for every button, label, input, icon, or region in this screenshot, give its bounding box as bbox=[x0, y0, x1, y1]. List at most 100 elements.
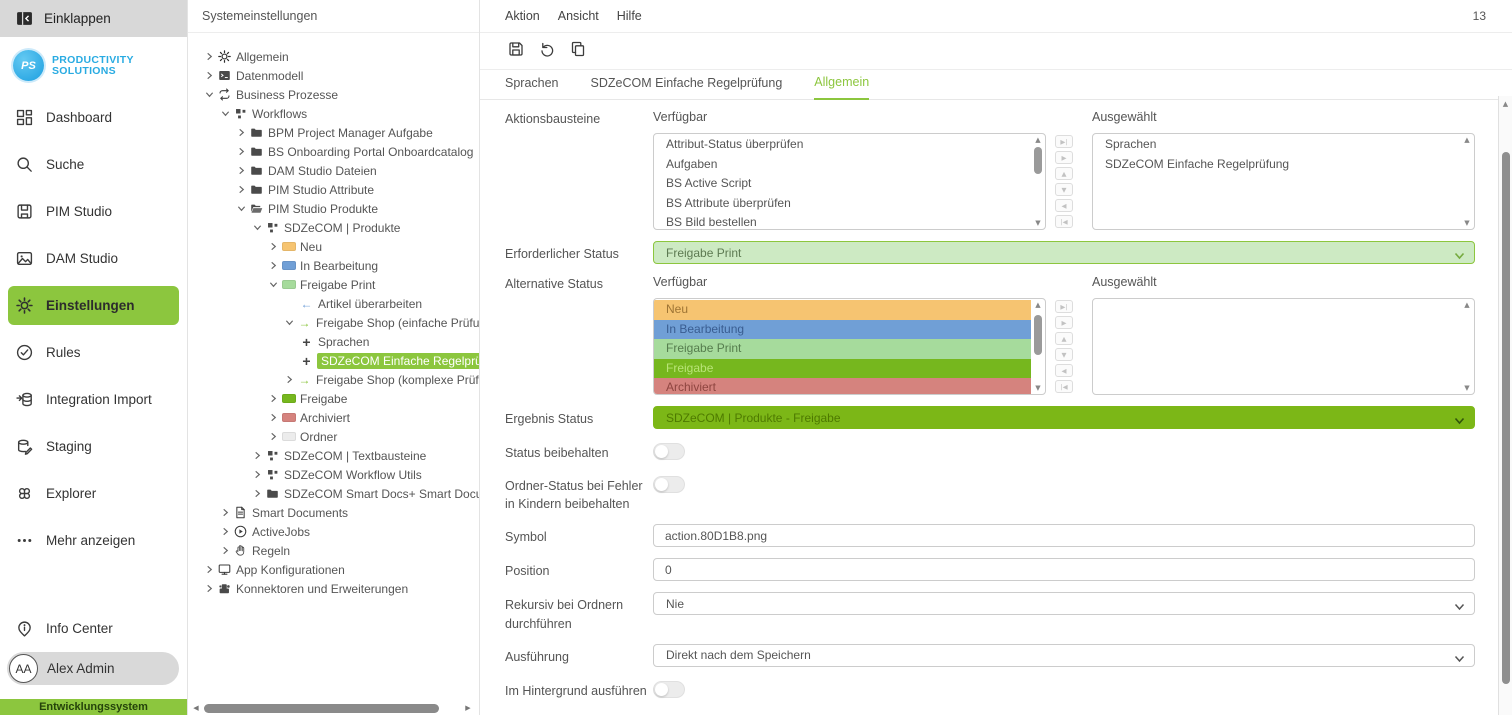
scroll-up-arrow[interactable]: ▲ bbox=[1031, 301, 1045, 309]
chevron-right-icon[interactable] bbox=[250, 489, 264, 498]
menu-hilfe[interactable]: Hilfe bbox=[617, 9, 642, 23]
move-right-button[interactable]: ▶ bbox=[1055, 151, 1073, 164]
chevron-right-icon[interactable] bbox=[202, 71, 216, 80]
list-item[interactable]: BS Attribute überprüfen bbox=[654, 194, 1031, 214]
sidebar-item-pim-studio[interactable]: PIM Studio bbox=[0, 188, 187, 235]
rekursiv-select[interactable]: Nie bbox=[653, 592, 1475, 615]
tree-item[interactable]: Konnektoren und Erweiterungen bbox=[188, 579, 479, 598]
tree-item[interactable]: In Bearbeitung bbox=[188, 256, 479, 275]
status-list-item[interactable]: In Bearbeitung bbox=[654, 320, 1031, 340]
scroll-down-arrow[interactable]: ▼ bbox=[1031, 219, 1045, 227]
position-input[interactable] bbox=[653, 558, 1475, 581]
chevron-right-icon[interactable] bbox=[250, 451, 264, 460]
scroll-up-arrow[interactable]: ▲ bbox=[1031, 136, 1045, 144]
sidebar-item-mehr-anzeigen[interactable]: Mehr anzeigen bbox=[0, 517, 187, 564]
sidebar-item-staging[interactable]: Staging bbox=[0, 423, 187, 470]
sidebar-item-dam-studio[interactable]: DAM Studio bbox=[0, 235, 187, 282]
chevron-right-icon[interactable] bbox=[234, 185, 248, 194]
scrollbar-thumb[interactable] bbox=[1034, 315, 1042, 355]
tree-item[interactable]: Workflows bbox=[188, 104, 479, 123]
move-down-button[interactable]: ▼ bbox=[1055, 183, 1073, 196]
list-item[interactable]: Sprachen bbox=[1093, 135, 1460, 155]
collapse-sidebar-button[interactable]: Einklappen bbox=[0, 0, 187, 37]
scroll-down-arrow[interactable]: ▼ bbox=[1031, 384, 1045, 392]
chevron-right-icon[interactable] bbox=[218, 546, 232, 555]
move-left-button[interactable]: ◀ bbox=[1055, 199, 1073, 212]
listbox-scrollbar[interactable]: ▲ ▼ bbox=[1031, 134, 1045, 229]
move-left-button[interactable]: ◀ bbox=[1055, 364, 1073, 377]
copy-button[interactable] bbox=[569, 42, 587, 60]
tree-item[interactable]: SDZeCOM | Produkte bbox=[188, 218, 479, 237]
sidebar-item-dashboard[interactable]: Dashboard bbox=[0, 94, 187, 141]
tree-item[interactable]: →Freigabe Shop (einfache Prüfung) bbox=[188, 313, 479, 332]
tree-item[interactable]: Datenmodell bbox=[188, 66, 479, 85]
tree-item[interactable]: BS Onboarding Portal Onboardcatalog bbox=[188, 142, 479, 161]
tree-item[interactable]: Allgemein bbox=[188, 47, 479, 66]
tree-item[interactable]: +Sprachen bbox=[188, 332, 479, 351]
tree-item[interactable]: SDZeCOM | Textbausteine bbox=[188, 446, 479, 465]
chevron-down-icon[interactable] bbox=[218, 109, 232, 118]
symbol-input[interactable] bbox=[653, 524, 1475, 547]
tab-allgemein[interactable]: Allgemein bbox=[814, 75, 869, 100]
tree-horizontal-scrollbar[interactable]: ◀ ▶ bbox=[190, 703, 474, 713]
chevron-right-icon[interactable] bbox=[202, 52, 216, 61]
tree-item[interactable]: Ordner bbox=[188, 427, 479, 446]
sidebar-item-suche[interactable]: Suche bbox=[0, 141, 187, 188]
chevron-right-icon[interactable] bbox=[266, 413, 280, 422]
status-list-item[interactable]: Archiviert bbox=[654, 378, 1031, 395]
sidebar-item-einstellungen[interactable]: Einstellungen bbox=[8, 286, 179, 325]
erforderlicher-status-select[interactable]: Freigabe Print bbox=[653, 241, 1475, 264]
ergebnis-status-select[interactable]: SDZeCOM | Produkte - Freigabe bbox=[653, 406, 1475, 429]
listbox-scrollbar[interactable]: ▲ ▼ bbox=[1460, 134, 1474, 229]
im-hintergrund-toggle[interactable] bbox=[653, 681, 685, 698]
tree-item[interactable]: →Freigabe Shop (komplexe Prüfung) bbox=[188, 370, 479, 389]
move-right-button[interactable]: ▶ bbox=[1055, 316, 1073, 329]
chevron-right-icon[interactable] bbox=[202, 565, 216, 574]
tree-item[interactable]: SDZeCOM Workflow Utils bbox=[188, 465, 479, 484]
chevron-right-icon[interactable] bbox=[234, 166, 248, 175]
list-item[interactable]: BS Bild bestellen bbox=[654, 213, 1031, 230]
scroll-down-arrow[interactable]: ▼ bbox=[1460, 219, 1474, 227]
chevron-down-icon[interactable] bbox=[202, 90, 216, 99]
chevron-right-icon[interactable] bbox=[218, 527, 232, 536]
vscroll-thumb[interactable] bbox=[1502, 152, 1510, 684]
tree-item[interactable]: Freigabe Print bbox=[188, 275, 479, 294]
chevron-down-icon[interactable] bbox=[266, 280, 280, 289]
list-item[interactable]: Attribut-Status überprüfen bbox=[654, 135, 1031, 155]
tree-item[interactable]: Neu bbox=[188, 237, 479, 256]
tree-item[interactable]: PIM Studio Attribute bbox=[188, 180, 479, 199]
alternative-status-available-list[interactable]: NeuIn BearbeitungFreigabe PrintFreigabeA… bbox=[653, 298, 1046, 395]
tree-item[interactable]: +SDZeCOM Einfache Regelprüfung bbox=[188, 351, 479, 370]
move-all-left-button[interactable]: |◀ bbox=[1055, 380, 1073, 393]
tab-sdzecom-einfache-regelpr-fung[interactable]: SDZeCOM Einfache Regelprüfung bbox=[591, 76, 783, 99]
save-button[interactable] bbox=[507, 42, 525, 60]
aktionsbausteine-available-list[interactable]: Attribut-Status überprüfenAufgabenBS Act… bbox=[653, 133, 1046, 230]
tree-item[interactable]: Archiviert bbox=[188, 408, 479, 427]
list-item[interactable]: Aufgaben bbox=[654, 155, 1031, 175]
scroll-up-arrow[interactable]: ▲ bbox=[1460, 301, 1474, 309]
scroll-left-arrow[interactable]: ◀ bbox=[190, 704, 202, 712]
menu-ansicht[interactable]: Ansicht bbox=[558, 9, 599, 23]
status-list-item[interactable]: Freigabe Print bbox=[654, 339, 1031, 359]
chevron-down-icon[interactable] bbox=[282, 318, 296, 327]
status-list-item[interactable]: Freigabe bbox=[654, 359, 1031, 379]
tree-item[interactable]: App Konfigurationen bbox=[188, 560, 479, 579]
user-menu[interactable]: AA Alex Admin bbox=[7, 652, 179, 685]
chevron-right-icon[interactable] bbox=[266, 432, 280, 441]
tree-item[interactable]: BPM Project Manager Aufgabe bbox=[188, 123, 479, 142]
chevron-right-icon[interactable] bbox=[234, 147, 248, 156]
chevron-down-icon[interactable] bbox=[234, 204, 248, 213]
listbox-scrollbar[interactable]: ▲ ▼ bbox=[1031, 299, 1045, 394]
ausfuehrung-select[interactable]: Direkt nach dem Speichern bbox=[653, 644, 1475, 667]
scrollbar-thumb[interactable] bbox=[1034, 147, 1042, 174]
page-vertical-scrollbar[interactable]: ▲ bbox=[1498, 96, 1512, 715]
list-item[interactable]: SDZeCOM Einfache Regelprüfung bbox=[1093, 155, 1460, 175]
sidebar-item-rules[interactable]: Rules bbox=[0, 329, 187, 376]
hscroll-thumb[interactable] bbox=[204, 704, 439, 713]
tree-item[interactable]: Smart Documents bbox=[188, 503, 479, 522]
aktionsbausteine-selected-list[interactable]: SprachenSDZeCOM Einfache Regelprüfung ▲ … bbox=[1092, 133, 1475, 230]
chevron-right-icon[interactable] bbox=[266, 261, 280, 270]
scroll-down-arrow[interactable]: ▼ bbox=[1460, 384, 1474, 392]
sidebar-item-info-center[interactable]: Info Center bbox=[0, 611, 187, 645]
chevron-right-icon[interactable] bbox=[266, 242, 280, 251]
